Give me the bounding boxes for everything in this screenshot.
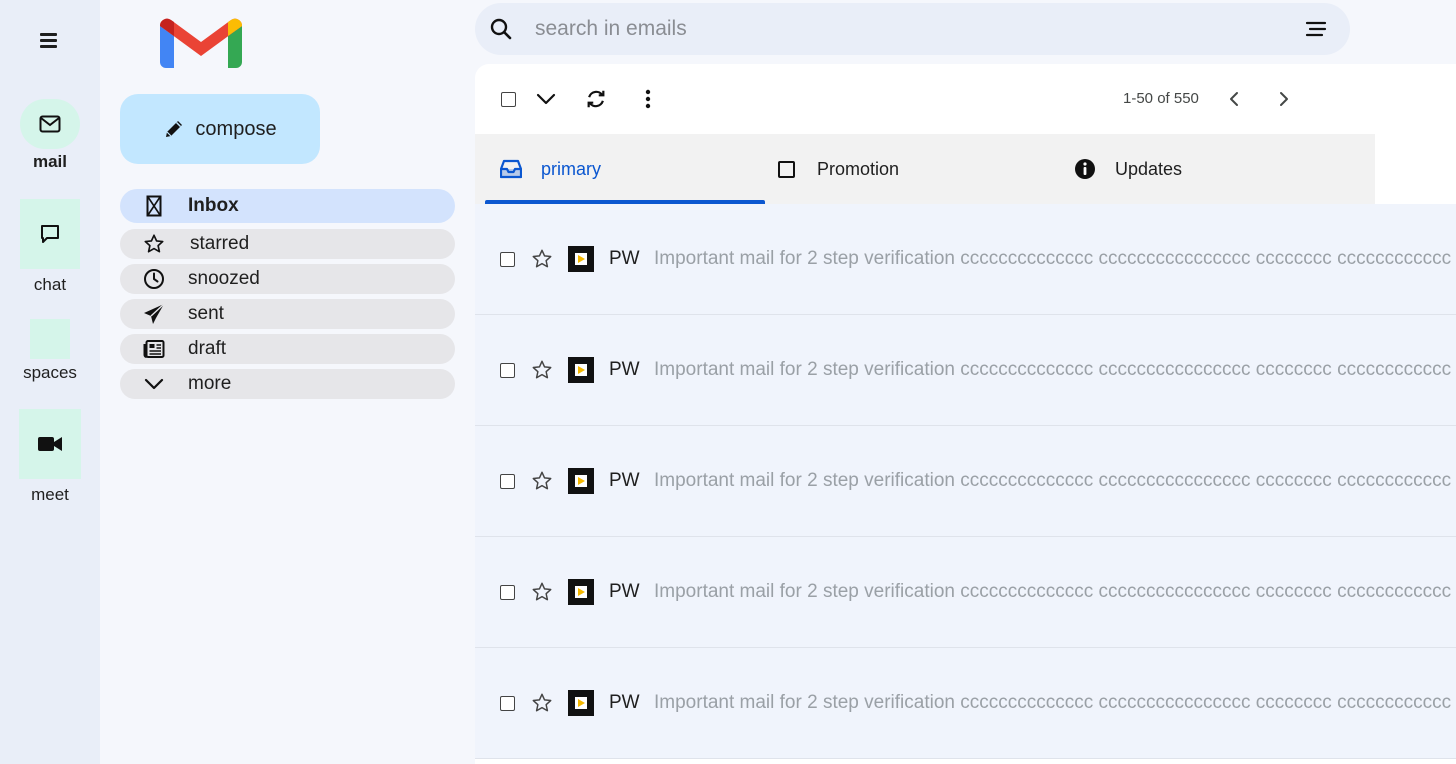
gmail-logo[interactable] xyxy=(160,18,242,68)
tab-primary[interactable]: primary xyxy=(499,134,601,204)
email-sender: PW xyxy=(609,581,640,602)
menu-icon[interactable] xyxy=(38,30,60,50)
nav-label: sent xyxy=(188,303,224,324)
search-input[interactable] xyxy=(535,17,1304,41)
row-checkbox[interactable] xyxy=(500,251,515,267)
email-row[interactable]: PW Important mail for 2 step verificatio… xyxy=(475,426,1456,537)
info-icon xyxy=(1073,157,1097,181)
square-icon xyxy=(774,157,798,181)
nav-item-sent[interactable]: sent xyxy=(120,299,455,329)
rail-item-label: chat xyxy=(33,275,67,294)
star-icon[interactable] xyxy=(531,359,553,381)
inbox-tray-icon xyxy=(499,157,523,181)
rail-item-label: spaces xyxy=(23,363,77,382)
clock-icon xyxy=(142,267,166,291)
star-icon xyxy=(142,232,166,256)
row-checkbox[interactable] xyxy=(500,362,515,378)
rail-item-spaces[interactable]: spaces xyxy=(0,319,100,383)
rail-item-label: mail xyxy=(32,152,68,171)
list-toolbar: 1-50 of 550 xyxy=(475,64,1456,134)
sidebar: compose Inbox starred snoozed sent draft… xyxy=(100,0,475,764)
tab-updates[interactable]: Updates xyxy=(1073,134,1182,204)
more-vert-icon xyxy=(645,89,651,109)
nav-item-draft[interactable]: draft xyxy=(120,334,455,364)
chevron-left-icon xyxy=(1230,92,1238,106)
row-checkbox[interactable] xyxy=(500,473,515,489)
nav-label: starred xyxy=(190,233,250,254)
sender-avatar xyxy=(568,468,594,494)
refresh-button[interactable] xyxy=(583,86,609,112)
nav-item-starred[interactable]: starred xyxy=(120,229,455,259)
tab-label: Promotion xyxy=(817,158,900,179)
compose-button[interactable]: compose xyxy=(120,94,320,164)
category-tabs: primary Promotion Updates xyxy=(475,134,1375,204)
pagination-text: 1-50 of 550 xyxy=(1123,90,1199,107)
star-icon[interactable] xyxy=(531,248,553,270)
nav-item-more[interactable]: more xyxy=(120,369,455,399)
mail-icon xyxy=(20,99,80,149)
rail-item-mail[interactable]: mail xyxy=(0,99,100,172)
email-sender: PW xyxy=(609,248,640,269)
video-icon xyxy=(19,409,81,479)
mail-list-panel: 1-50 of 550 primary Promotion Updates PW… xyxy=(475,64,1456,764)
chevron-right-icon xyxy=(1280,92,1288,106)
email-subject: Important mail for 2 step verification c… xyxy=(654,359,1452,380)
gmail-app: mail chat spaces meet compose Inbox star… xyxy=(0,0,1456,764)
row-checkbox[interactable] xyxy=(500,695,515,711)
email-subject: Important mail for 2 step verification c… xyxy=(654,692,1452,713)
nav-label: more xyxy=(188,373,232,394)
search-icon[interactable] xyxy=(489,17,513,41)
email-subject: Important mail for 2 step verification c… xyxy=(654,581,1452,602)
pencil-icon xyxy=(166,121,183,137)
draft-icon xyxy=(142,337,166,361)
inbox-icon xyxy=(142,194,166,218)
email-subject: Important mail for 2 step verification c… xyxy=(654,248,1452,269)
prev-page-button[interactable] xyxy=(1221,86,1247,112)
search-bar xyxy=(475,3,1350,55)
refresh-icon xyxy=(587,90,605,108)
email-row[interactable]: PW Important mail for 2 step verificatio… xyxy=(475,537,1456,648)
chat-icon xyxy=(20,199,80,269)
select-all-checkbox[interactable] xyxy=(495,86,521,112)
row-checkbox[interactable] xyxy=(500,584,515,600)
next-page-button[interactable] xyxy=(1271,86,1297,112)
app-rail: mail chat spaces meet xyxy=(0,0,100,764)
star-icon[interactable] xyxy=(531,470,553,492)
email-row[interactable]: PW Important mail for 2 step verificatio… xyxy=(475,204,1456,315)
select-options-button[interactable] xyxy=(533,86,559,112)
tab-label: Updates xyxy=(1115,158,1183,179)
chevron-down-icon xyxy=(536,93,556,105)
send-icon xyxy=(142,302,166,326)
nav-item-inbox[interactable]: Inbox xyxy=(120,189,455,223)
sender-avatar xyxy=(568,357,594,383)
sender-avatar xyxy=(568,246,594,272)
star-icon[interactable] xyxy=(531,581,553,603)
tab-promotion[interactable]: Promotion xyxy=(774,134,899,204)
rail-item-chat[interactable]: chat xyxy=(0,199,100,295)
nav-label: snoozed xyxy=(188,268,260,289)
email-sender: PW xyxy=(609,359,640,380)
rail-item-meet[interactable]: meet xyxy=(0,409,100,505)
sender-avatar xyxy=(568,690,594,716)
star-icon[interactable] xyxy=(531,692,553,714)
tab-label: primary xyxy=(541,158,602,179)
email-sender: PW xyxy=(609,692,640,713)
email-row[interactable]: PW Important mail for 2 step verificatio… xyxy=(475,648,1456,759)
compose-label: compose xyxy=(195,117,277,140)
email-list: PW Important mail for 2 step verificatio… xyxy=(475,204,1456,759)
filter-options-icon[interactable] xyxy=(1304,17,1328,41)
nav-item-snoozed[interactable]: snoozed xyxy=(120,264,455,294)
nav-label: Inbox xyxy=(188,195,239,216)
email-subject: Important mail for 2 step verification c… xyxy=(654,470,1452,491)
spaces-icon xyxy=(30,319,70,359)
sender-avatar xyxy=(568,579,594,605)
email-sender: PW xyxy=(609,470,640,491)
more-actions-button[interactable] xyxy=(635,86,661,112)
chevron-down-icon xyxy=(142,372,166,396)
email-row[interactable]: PW Important mail for 2 step verificatio… xyxy=(475,315,1456,426)
rail-item-label: meet xyxy=(31,485,69,504)
nav-label: draft xyxy=(188,338,227,359)
